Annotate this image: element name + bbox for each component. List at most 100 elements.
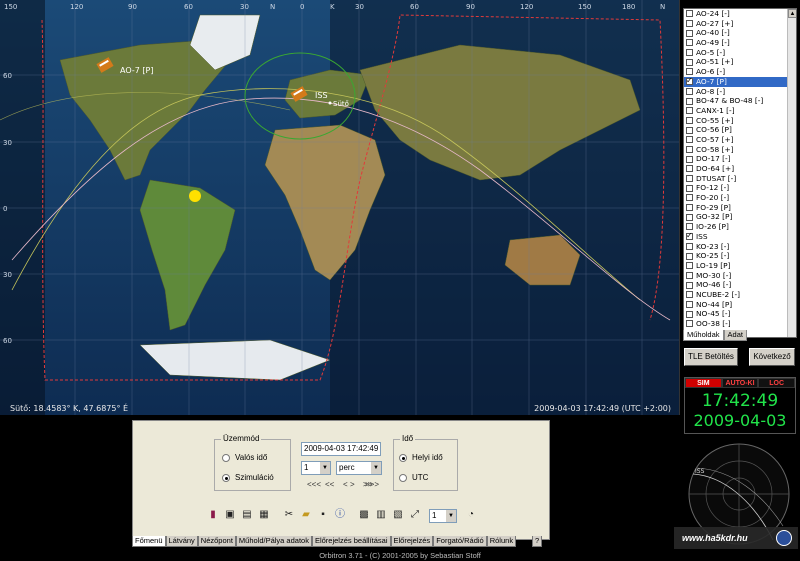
camera-icon[interactable]: ▣ <box>223 508 237 522</box>
checkbox-icon[interactable] <box>686 271 693 279</box>
checkbox-icon[interactable] <box>686 310 693 318</box>
tab-viewpoint[interactable]: Nézőpont <box>197 536 236 547</box>
satellite-list-item[interactable]: DO-64 [+] <box>684 164 796 174</box>
satellite-list-item[interactable]: KO-23 [-] <box>684 242 796 252</box>
checkbox-icon[interactable] <box>686 29 693 37</box>
tab-about[interactable]: Rólunk <box>486 536 517 547</box>
satellite-list-item[interactable]: MO-46 [-] <box>684 280 796 290</box>
satellite-list-item[interactable]: AO-6 [-] <box>684 67 796 77</box>
radio-icon[interactable] <box>222 473 230 482</box>
satellite-list-item[interactable]: AO-5 [-] <box>684 48 796 58</box>
realtime-radio[interactable]: Valós idő <box>222 453 267 462</box>
satellite-list-item[interactable]: CO-57 [+] <box>684 135 796 145</box>
chevron-down-icon[interactable]: ▼ <box>371 462 381 474</box>
tab-view[interactable]: Látvány <box>165 536 198 547</box>
folder-icon[interactable]: ▰ <box>299 508 313 522</box>
next-button[interactable]: Következő <box>749 348 795 366</box>
checkbox-icon[interactable] <box>686 68 693 76</box>
satellite-list-item[interactable]: CO-55 [+] <box>684 116 796 126</box>
book-icon[interactable]: ▮ <box>206 508 220 522</box>
checkbox-icon[interactable] <box>686 231 693 241</box>
radio-icon[interactable] <box>399 453 407 462</box>
help-tab[interactable]: ? <box>532 536 543 547</box>
checkbox-icon[interactable] <box>686 76 693 86</box>
tab-prediction-settings[interactable]: Előrejelzés beállításai <box>311 536 391 547</box>
unit-select[interactable]: perc ▼ <box>336 461 382 475</box>
satellite-list-item[interactable]: AO-7 [P] <box>684 76 796 87</box>
nav-fwd-1[interactable]: > <box>350 480 355 489</box>
checkbox-icon[interactable] <box>686 213 693 221</box>
satellite-list-item[interactable]: ISS <box>684 231 796 242</box>
checkbox-icon[interactable] <box>686 291 693 299</box>
tab-prediction[interactable]: Előrejelzés <box>390 536 434 547</box>
checkbox-icon[interactable] <box>686 136 693 144</box>
satellite-list-item[interactable]: OO-38 [-] <box>684 319 796 329</box>
world-map[interactable]: 150 120 90 60 30 N 0 K 30 60 90 120 150 … <box>0 0 680 415</box>
radio-icon[interactable] <box>222 453 230 462</box>
auto-mode-indicator[interactable]: AUTO-KI <box>721 378 759 388</box>
satellite-list-item[interactable]: MO-30 [-] <box>684 271 796 281</box>
step-select[interactable]: 1 ▼ <box>301 461 331 475</box>
datetime-input[interactable]: 2009-04-03 17:42:49 <box>301 442 381 456</box>
list-scrollbar[interactable]: ▲ <box>787 9 796 337</box>
satellite-list-item[interactable]: NO-45 [-] <box>684 309 796 319</box>
checkbox-icon[interactable] <box>686 145 693 153</box>
satellite-list-item[interactable]: DO-17 [-] <box>684 154 796 164</box>
tle-load-button[interactable]: TLE Betöltés <box>684 348 738 366</box>
nav-back-1[interactable]: < <box>343 480 348 489</box>
checkbox-icon[interactable] <box>686 242 693 250</box>
satellite-list-item[interactable]: AO-27 [+] <box>684 19 796 29</box>
checkbox-icon[interactable] <box>686 281 693 289</box>
checkbox-icon[interactable] <box>686 320 693 328</box>
satellite-list-item[interactable]: AO-51 [+] <box>684 57 796 67</box>
save-icon[interactable]: ▪ <box>316 508 330 522</box>
satellite-list-item[interactable]: CO-58 [+] <box>684 145 796 155</box>
satellite-list-item[interactable]: BO-47 & BO-48 [-] <box>684 96 796 106</box>
chevron-down-icon[interactable]: ▼ <box>446 510 456 522</box>
satellite-list-item[interactable]: NO-44 [P] <box>684 300 796 310</box>
info-icon[interactable]: ⓘ <box>333 508 347 522</box>
checkbox-icon[interactable] <box>686 155 693 163</box>
nav-back-2[interactable]: << <box>325 480 334 489</box>
checkbox-icon[interactable] <box>686 87 693 95</box>
fullscreen-icon[interactable]: ⤢ <box>408 508 422 522</box>
utc-radio[interactable]: UTC <box>399 473 428 482</box>
checkbox-icon[interactable] <box>686 58 693 66</box>
multi-icon[interactable]: ▧ <box>391 508 405 522</box>
scroll-up-icon[interactable]: ▲ <box>788 9 796 18</box>
radio-icon[interactable] <box>399 473 407 482</box>
checkbox-icon[interactable] <box>686 20 693 28</box>
nav-fwd-3[interactable]: >>> <box>365 480 379 489</box>
chevron-down-icon[interactable]: ▼ <box>320 462 330 474</box>
grid-icon[interactable]: ▩ <box>357 508 371 522</box>
satellite-list-item[interactable]: FO-20 [-] <box>684 193 796 203</box>
satellite-list-item[interactable]: CO-56 [P] <box>684 125 796 135</box>
checkbox-icon[interactable] <box>686 10 693 18</box>
checkbox-icon[interactable] <box>686 165 693 173</box>
satellite-list[interactable]: AO-24 [-] AO-27 [+] AO-40 [-] AO-49 [-] AO-5… <box>683 8 797 338</box>
satellite-list-item[interactable]: AO-8 [-] <box>684 87 796 97</box>
checkbox-icon[interactable] <box>686 175 693 183</box>
checkbox-icon[interactable] <box>686 184 693 192</box>
tab-main-menu[interactable]: Főmenü <box>132 536 166 547</box>
checkbox-icon[interactable] <box>686 126 693 134</box>
satellite-list-item[interactable]: IO-26 [P] <box>684 222 796 232</box>
satellite-list-item[interactable]: AO-49 [-] <box>684 38 796 48</box>
checkbox-icon[interactable] <box>686 116 693 124</box>
checkbox-icon[interactable] <box>686 39 693 47</box>
loc-mode-indicator[interactable]: LOC <box>758 378 796 388</box>
satellite-list-item[interactable]: AO-24 [-] <box>684 9 796 19</box>
checkbox-icon[interactable] <box>686 300 693 308</box>
layout-icon[interactable]: ▥ <box>374 508 388 522</box>
checkbox-icon[interactable] <box>686 252 693 260</box>
speed-select[interactable]: 1 ▼ <box>429 509 457 523</box>
checkbox-icon[interactable] <box>686 194 693 202</box>
panel-icon[interactable]: ▤ <box>240 508 254 522</box>
simulation-radio[interactable]: Szimuláció <box>222 473 274 482</box>
window-icon[interactable]: ▦ <box>257 508 271 522</box>
checkbox-icon[interactable] <box>686 262 693 270</box>
checkbox-icon[interactable] <box>686 107 693 115</box>
satellite-list-item[interactable]: FO-29 [P] <box>684 203 796 213</box>
nav-back-3[interactable]: <<< <box>307 480 321 489</box>
satellite-list-item[interactable]: FO-12 [-] <box>684 183 796 193</box>
